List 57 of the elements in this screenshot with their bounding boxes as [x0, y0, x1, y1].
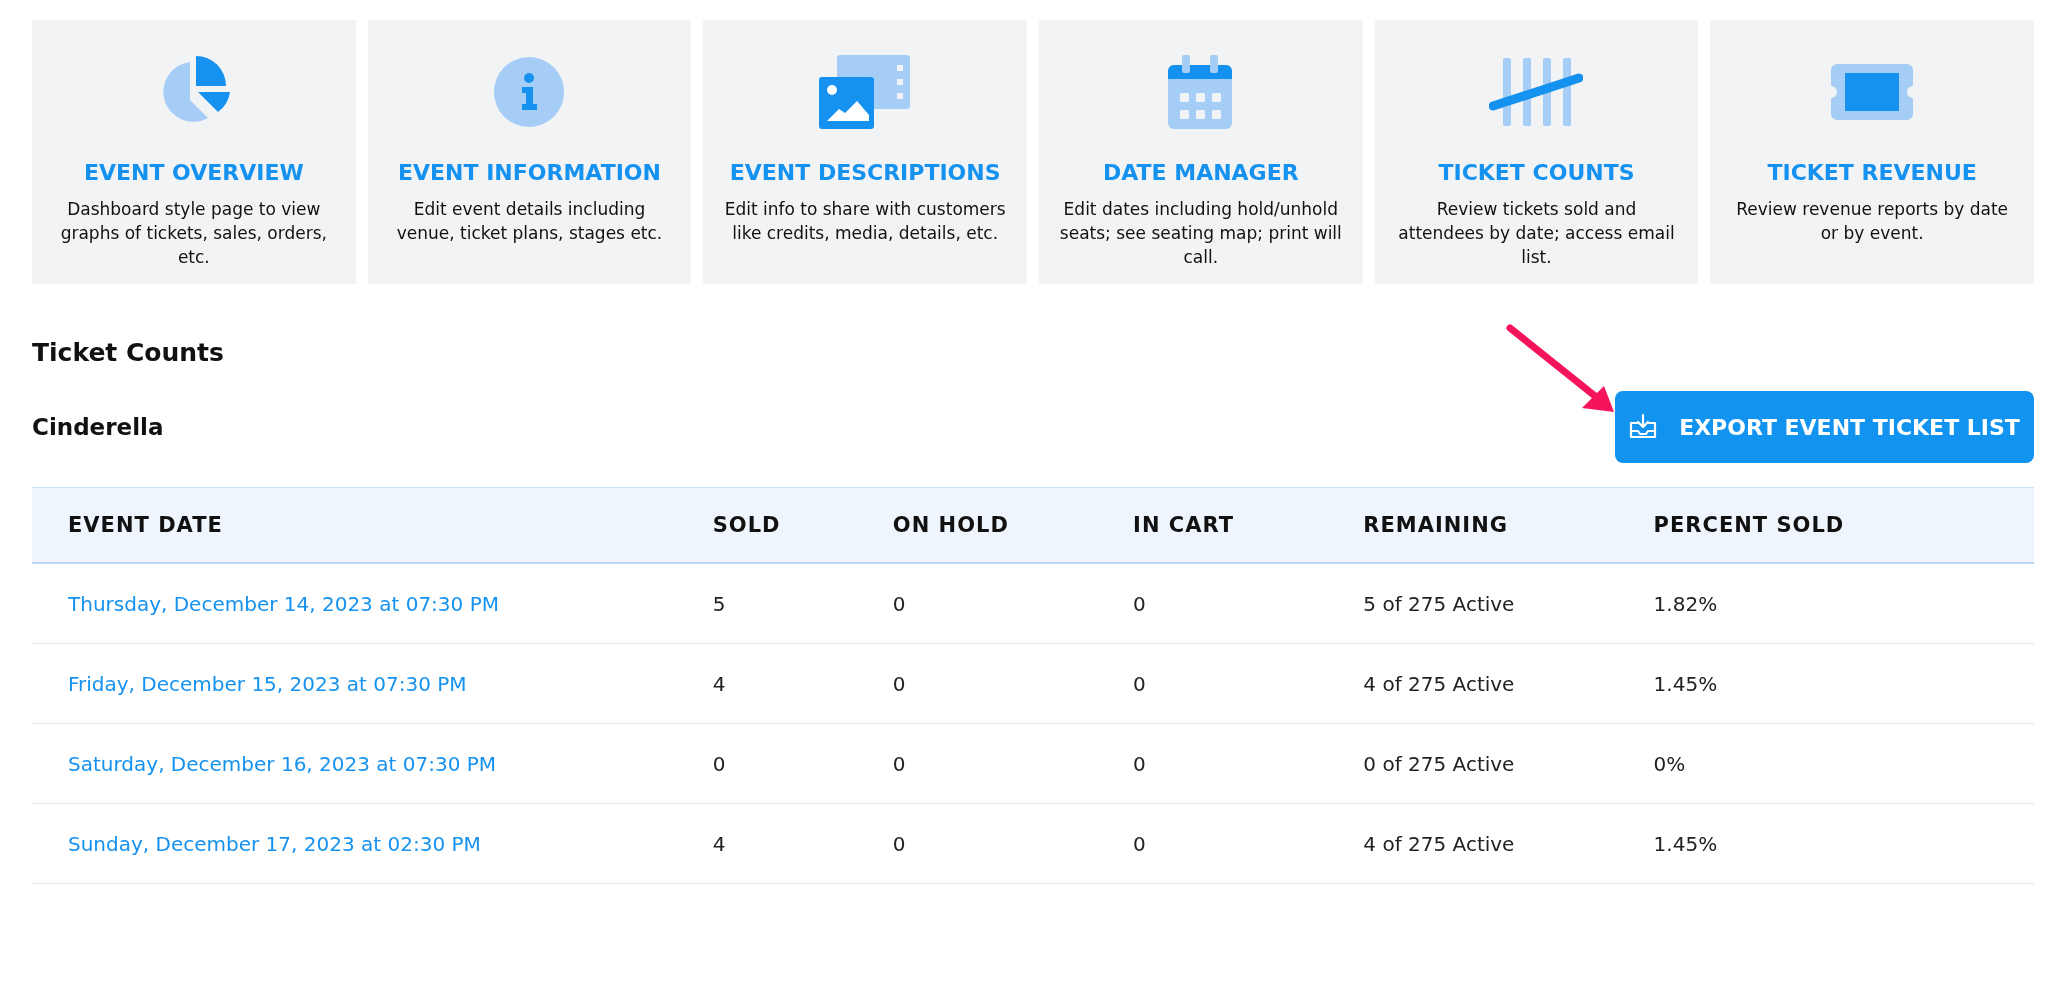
- table-cell: 0: [1133, 803, 1364, 884]
- card-description: Review tickets sold and attendees by date; access email list.: [1397, 198, 1676, 269]
- event-name: Cinderella: [32, 414, 164, 440]
- tally-marks-icon: [1489, 58, 1584, 126]
- table-cell: 5 of 275 Active: [1363, 563, 1654, 644]
- nav-card[interactable]: TICKET COUNTS Review tickets sold and attendees by date; access email list.: [1374, 20, 1699, 284]
- table-cell: 1.82%: [1653, 563, 2034, 644]
- table-cell: 4 of 275 Active: [1363, 803, 1654, 884]
- download-icon: [1629, 413, 1658, 441]
- table-cell: 4 of 275 Active: [1363, 643, 1654, 724]
- nav-card[interactable]: TICKET REVENUE Review revenue reports by date or by event.: [1710, 20, 2034, 284]
- table-cell: 0: [712, 723, 893, 804]
- card-title[interactable]: DATE MANAGER: [1103, 160, 1299, 185]
- table-cell: 4: [712, 803, 893, 884]
- column-header: REMAINING: [1363, 487, 1654, 563]
- table-cell: 1.45%: [1653, 803, 2034, 884]
- event-date-link[interactable]: Thursday, December 14, 2023 at 07:30 PM: [68, 591, 499, 616]
- table-cell: 0: [1133, 723, 1364, 804]
- info-icon: [493, 56, 566, 128]
- event-date-link[interactable]: Friday, December 15, 2023 at 07:30 PM: [68, 671, 467, 696]
- table-cell: 0 of 275 Active: [1363, 723, 1654, 804]
- table-cell: 4: [712, 643, 893, 724]
- card-description: Edit dates including hold/unhold seats; see seating map; print will call.: [1059, 198, 1343, 269]
- card-description: Dashboard style page to view graphs of tickets, sales, orders, etc.: [59, 198, 328, 269]
- nav-card[interactable]: DATE MANAGER Edit dates including hold/unhold seats; see seating map; print will call.: [1039, 20, 1363, 284]
- card-title[interactable]: EVENT INFORMATION: [398, 160, 661, 185]
- export-button[interactable]: EXPORT EVENT TICKET LIST: [1615, 391, 2034, 463]
- table-cell: 0: [892, 723, 1134, 804]
- card-title[interactable]: EVENT OVERVIEW: [83, 160, 304, 185]
- event-date-link[interactable]: Sunday, December 17, 2023 at 02:30 PM: [68, 831, 481, 856]
- card-title[interactable]: EVENT DESCRIPTIONS: [729, 160, 1001, 185]
- card-description: Review revenue reports by date or by event.: [1735, 198, 2010, 245]
- card-description: Edit info to share with customers like credits, media, details, etc.: [723, 198, 1007, 245]
- card-description: Edit event details including venue, ticket plans, stages etc.: [395, 198, 664, 245]
- card-title[interactable]: TICKET REVENUE: [1767, 160, 1977, 185]
- column-header: IN CART: [1133, 487, 1364, 563]
- nav-card[interactable]: EVENT DESCRIPTIONS Edit info to share with customers like credits, media, details, etc.: [703, 20, 1027, 284]
- ticket-icon: [1831, 64, 1914, 120]
- table-cell: 5: [712, 563, 893, 644]
- event-date-link[interactable]: Saturday, December 16, 2023 at 07:30 PM: [68, 751, 497, 776]
- table-cell: 1.45%: [1653, 643, 2034, 724]
- column-header: ON HOLD: [892, 487, 1134, 563]
- nav-card[interactable]: EVENT OVERVIEW Dashboard style page to view graphs of tickets, sales, orders, etc.: [32, 20, 356, 284]
- table-cell: 0: [892, 563, 1134, 644]
- table-cell: 0: [1133, 643, 1364, 724]
- column-header: EVENT DATE: [32, 487, 713, 563]
- column-header: PERCENT SOLD: [1653, 487, 2034, 563]
- card-title[interactable]: TICKET COUNTS: [1438, 160, 1635, 185]
- column-header: SOLD: [712, 487, 893, 563]
- image-gallery-icon: [819, 55, 912, 129]
- section-title: Ticket Counts: [32, 338, 225, 367]
- table-cell: 0: [1133, 563, 1364, 644]
- table-cell: 0%: [1653, 723, 2034, 804]
- table-cell: 0: [892, 643, 1134, 724]
- table-cell: 0: [892, 803, 1134, 884]
- calendar-icon: [1167, 55, 1234, 129]
- nav-card[interactable]: EVENT INFORMATION Edit event details including venue, ticket plans, stages etc.: [367, 20, 692, 284]
